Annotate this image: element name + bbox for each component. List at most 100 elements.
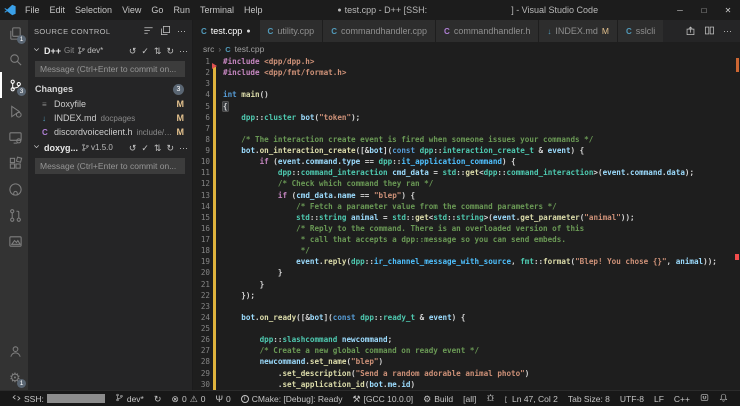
problems-indicator[interactable]: ⊗0⚠0 (166, 394, 210, 404)
cmake-build-button[interactable]: ⚙Build (418, 394, 458, 404)
line-number: 6 (193, 112, 210, 123)
menu-terminal[interactable]: Terminal (195, 5, 239, 15)
window-title: ● test.cpp - D++ [SSH: ] - Visual Studio… (267, 5, 668, 15)
language-mode[interactable]: C++ (669, 394, 695, 404)
tab-commandhandler.cpp[interactable]: Ccommandhandler.cpp (323, 20, 436, 42)
cmake-debug-button[interactable] (481, 393, 500, 404)
scm-file-row[interactable]: ≡DoxyfileM (28, 97, 192, 111)
menu-view[interactable]: View (117, 5, 146, 15)
commit-message-input[interactable] (35, 158, 185, 174)
tab-size[interactable]: Tab Size: 8 (563, 394, 615, 404)
code-line: 15 std::string animal = std::get<std::st… (193, 212, 740, 223)
open-changes-icon[interactable] (685, 25, 696, 38)
tab-commandhandler.h[interactable]: Ccommandhandler.h (436, 20, 539, 42)
ports-indicator[interactable]: Ψ0 (211, 394, 236, 404)
line-text: */ (210, 245, 740, 256)
activity-github-icon[interactable] (0, 176, 28, 202)
minimize-button[interactable]: ─ (668, 6, 692, 15)
tab-label: sslcli (636, 26, 656, 36)
notifications-bell[interactable] (714, 393, 733, 404)
commit-check-icon[interactable]: ✓ (141, 143, 149, 153)
cmake-kit[interactable]: ⚒[GCC 10.0.0] (347, 394, 418, 404)
menu-edit[interactable]: Edit (45, 5, 71, 15)
breadcrumb-file[interactable]: test.cpp (235, 44, 265, 54)
breadcrumb-folder[interactable]: src (203, 44, 214, 54)
branch-indicator-label: dev* (127, 394, 144, 404)
activity-explorer-icon[interactable]: 1 (0, 20, 28, 46)
activity-run-debug-icon[interactable] (0, 98, 28, 124)
activity-settings-gear-icon[interactable]: ⚙1 (0, 364, 28, 390)
repo-branch[interactable]: v1.5.0 (81, 143, 113, 152)
menu-run[interactable]: Run (168, 5, 195, 15)
scm-file-row[interactable]: Cdiscordvoiceclient.hinclude/d...M (28, 125, 192, 139)
commit-check-icon[interactable]: ✓ (141, 46, 149, 56)
sync-circle-icon[interactable]: ↺ (129, 143, 137, 153)
repo-name: D++ (44, 46, 61, 56)
eol[interactable]: LF (649, 394, 669, 404)
activity-source-control-icon[interactable]: 3 (0, 72, 28, 98)
refresh-icon[interactable]: ↻ (166, 46, 174, 56)
sync-circle-icon[interactable]: ↺ (129, 46, 137, 56)
tab-sslcli[interactable]: Csslcli (618, 20, 663, 42)
view-and-sort-icon[interactable] (143, 25, 154, 38)
cmake-target[interactable]: [all] (458, 394, 481, 404)
activity-pull-request-icon[interactable] (0, 202, 28, 228)
code-line: 29 .set_description("Send a random adora… (193, 368, 740, 379)
changes-section-header[interactable]: Changes3 (28, 81, 192, 97)
feedback-button[interactable] (695, 393, 714, 404)
split-editor-icon[interactable] (704, 25, 715, 38)
code-editor[interactable]: 1#include <dpp/dpp.h>2#include <dpp/fmt/… (193, 56, 740, 390)
line-text (210, 323, 740, 334)
breadcrumb[interactable]: src › C test.cpp (193, 42, 740, 56)
tab-label: test.cpp (211, 26, 243, 36)
scm-file-row[interactable]: ↓INDEX.mddocpagesM (28, 111, 192, 125)
maximize-button[interactable]: □ (692, 6, 716, 15)
cmake-run-button[interactable]: ▷ (500, 394, 507, 404)
sidebar-header-actions: ··· (143, 25, 186, 38)
menu-selection[interactable]: Selection (70, 5, 117, 15)
chevron-down-icon[interactable] (32, 45, 41, 56)
overview-ruler[interactable] (734, 56, 740, 390)
line-number: 2 (193, 67, 210, 78)
menu-help[interactable]: Help (239, 5, 268, 15)
menu-go[interactable]: Go (146, 5, 168, 15)
repo-row-1[interactable]: doxyg...v1.5.0↺✓⇅↻··· (28, 139, 192, 156)
activity-search-icon[interactable] (0, 46, 28, 72)
repositories-icon[interactable] (160, 25, 171, 38)
encoding[interactable]: UTF-8 (615, 394, 649, 404)
activity-remote-explorer-icon[interactable] (0, 124, 28, 150)
menu-file[interactable]: File (20, 5, 45, 15)
menu-bar: FileEditSelectionViewGoRunTerminalHelp (20, 5, 267, 15)
commit-message-input[interactable] (35, 61, 185, 77)
activity-preview-icon[interactable] (0, 228, 28, 254)
code-line: 30 .set_application_id(bot.me.id) (193, 379, 740, 390)
repo-branch[interactable]: dev* (77, 46, 103, 55)
line-text: { (210, 101, 740, 112)
tab-utility.cpp[interactable]: Cutility.cpp (260, 20, 324, 42)
cursor-position[interactable]: Ln 47, Col 2 (507, 394, 563, 404)
more-icon[interactable]: ··· (179, 46, 188, 56)
close-button[interactable]: ✕ (716, 6, 740, 15)
editor-actions: ··· (677, 20, 740, 42)
chevron-down-icon[interactable] (32, 142, 41, 153)
tab-dirty-dot[interactable]: ● (246, 28, 250, 35)
pull-push-icon[interactable]: ⇅ (154, 143, 162, 153)
activity-account-icon[interactable] (0, 338, 28, 364)
tab-INDEX.md[interactable]: ↓INDEX.mdM (539, 20, 618, 42)
more-icon[interactable]: ··· (179, 143, 188, 153)
repo-row-0[interactable]: D++Gitdev*↺✓⇅↻··· (28, 42, 192, 59)
refresh-icon[interactable]: ↻ (166, 143, 174, 153)
branch-indicator[interactable]: dev* (110, 393, 149, 404)
more-actions-icon[interactable]: ··· (723, 26, 732, 36)
cmake-status[interactable]: iCMake: [Debug]: Ready (236, 394, 348, 404)
pull-push-icon[interactable]: ⇅ (154, 46, 162, 56)
more-actions-icon[interactable]: ··· (177, 26, 186, 36)
sync-button[interactable]: ↻ (149, 394, 167, 404)
remote-indicator[interactable]: SSH: (7, 393, 110, 404)
changes-count-badge: 3 (173, 84, 184, 95)
tab-test.cpp[interactable]: Ctest.cpp● (193, 20, 260, 42)
repo-actions: ↺ ✓ ⇅ ↻ ··· (129, 46, 188, 56)
line-number: 23 (193, 301, 210, 312)
md-file-icon: ↓ (42, 114, 50, 123)
activity-extensions-icon[interactable] (0, 150, 28, 176)
